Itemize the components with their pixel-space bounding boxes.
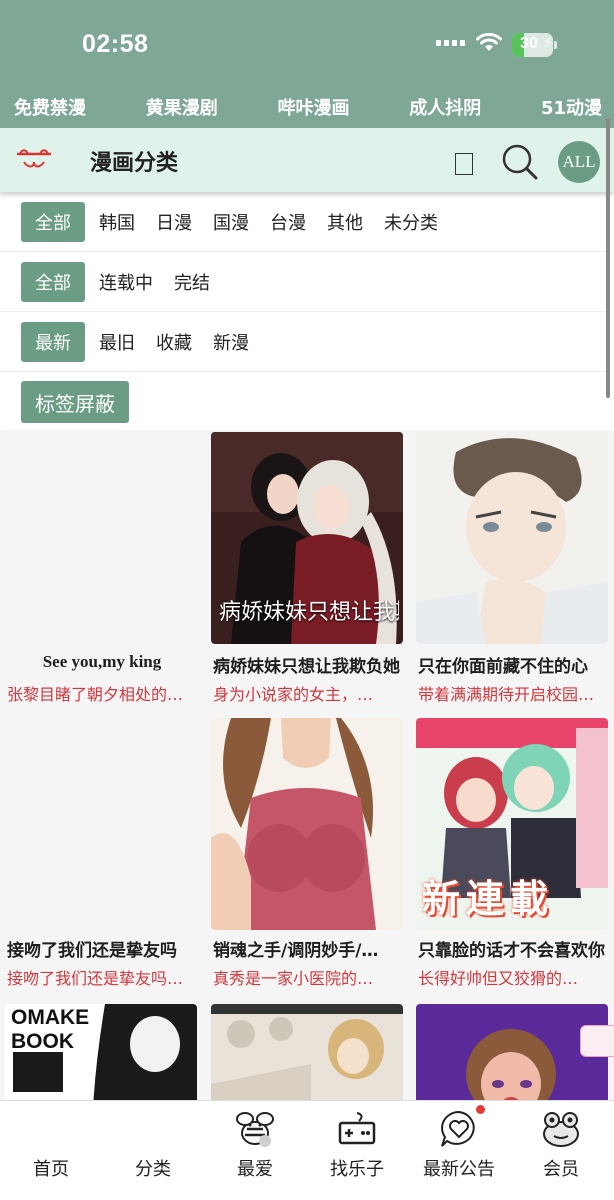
gamepad-icon (338, 1112, 376, 1145)
status-time: 02:58 (82, 30, 149, 58)
cover-title-text: 新連載 (422, 876, 555, 921)
scrollbar[interactable] (606, 118, 610, 398)
promo-link-1[interactable]: 免费禁漫 (14, 94, 86, 120)
comic-card[interactable]: See you,my king 张黎目睹了朝夕相处的… (5, 432, 197, 704)
heart-chat-icon (441, 1110, 475, 1147)
comic-cover (211, 1004, 403, 1100)
tab-member-label: 会员 (543, 1159, 579, 1180)
comic-title: 销魂之手/调阴妙手/… (213, 941, 379, 961)
comic-title: See you,my king (42, 652, 162, 671)
comic-title: 只在你面前藏不住的心 (418, 657, 588, 677)
comic-desc: 长得好帅但又狡猾的… (418, 969, 579, 988)
comic-cover: OMAKE BOOK (5, 1004, 197, 1100)
tab-fun-label: 找乐子 (330, 1159, 384, 1180)
app-logo-icon[interactable] (14, 145, 54, 175)
region-filter-option[interactable]: 韩国 (99, 209, 135, 235)
bottom-tab-bar: 首页 分类 最爱 找乐子 最新公告 会员 (0, 1100, 614, 1200)
region-filter-all[interactable]: 全部 (21, 201, 85, 242)
sort-filter-option[interactable]: 收藏 (156, 329, 192, 355)
tab-home-label: 首页 (33, 1159, 69, 1180)
comic-card[interactable]: OMAKE BOOK (5, 1004, 197, 1100)
promo-link-2[interactable]: 黄果漫剧 (146, 94, 218, 120)
status-filter-all[interactable]: 全部 (21, 261, 85, 302)
charging-bolt-icon: ⚡ (543, 36, 553, 51)
comic-cover (416, 432, 608, 644)
region-filter-option[interactable]: 国漫 (213, 209, 249, 235)
search-icon[interactable] (500, 143, 540, 181)
tab-favorites-label: 最爱 (237, 1159, 273, 1180)
comic-card[interactable]: 只在你面前藏不住的心 带着满满期待开启校园… (416, 432, 608, 704)
promo-links-bar: 免费禁漫 黄果漫剧 哔咔漫画 成人抖阴 51动漫 (0, 86, 614, 128)
battery-icon: 30 ⚡ (512, 33, 557, 57)
comic-card[interactable] (211, 1004, 403, 1100)
sort-filter-newest[interactable]: 最新 (21, 321, 85, 362)
battery-percent: 30 (520, 35, 538, 52)
promo-link-3[interactable]: 哔咔漫画 (277, 94, 349, 120)
notification-dot (476, 1105, 485, 1114)
wifi-icon (476, 33, 502, 51)
status-filter-option[interactable]: 连载中 (99, 269, 153, 295)
all-button[interactable]: ALL (558, 141, 600, 183)
cellular-signal-icon (436, 40, 465, 46)
tab-member[interactable]: 会员 (510, 1101, 612, 1200)
region-filter-option[interactable]: 台漫 (270, 209, 306, 235)
comic-card[interactable]: 病娇妹妹只想让我欺负她 病娇妹妹只想让我欺负她 身为小说家的女主，… (211, 432, 403, 704)
comic-card[interactable]: 接吻了我们还是挚友吗 接吻了我们还是挚友吗… (5, 718, 197, 988)
frog-icon (543, 1112, 579, 1147)
tab-category-label: 分类 (135, 1159, 171, 1180)
tab-favorites[interactable]: 最爱 (204, 1101, 306, 1200)
comic-desc: 张黎目睹了朝夕相处的… (7, 685, 184, 704)
bee-icon (236, 1112, 274, 1147)
side-drawer-tab[interactable] (580, 1025, 614, 1057)
sort-filter-option[interactable]: 最旧 (99, 329, 135, 355)
cover-title-text: 病娇妹妹只想让我欺负她 (219, 600, 399, 625)
cover-title-text: OMAKE BOOK (11, 1006, 90, 1053)
status-filter-row: 全部 连载中 完结 (0, 252, 606, 312)
comic-desc: 接吻了我们还是挚友吗… (7, 969, 184, 988)
page-title: 漫画分类 (90, 151, 179, 176)
sort-filter-row: 最新 最旧 收藏 新漫 (0, 312, 606, 372)
promo-link-5[interactable]: 51动漫 (541, 94, 602, 120)
region-filter-row: 全部 韩国 日漫 国漫 台漫 其他 未分类 (0, 192, 606, 252)
bookmark-icon[interactable] (455, 153, 473, 175)
comic-card[interactable]: 销魂之手/调阴妙手/… 真秀是一家小医院的… (211, 718, 403, 988)
status-bar: 02:58 30 ⚡ (0, 0, 614, 86)
sort-filter-option[interactable]: 新漫 (213, 329, 249, 355)
tab-home[interactable]: 首页 (0, 1101, 102, 1200)
tag-block-button[interactable]: 标签屏蔽 (21, 381, 129, 423)
comic-cover (211, 718, 403, 930)
promo-link-4[interactable]: 成人抖阴 (409, 94, 481, 120)
region-filter-option[interactable]: 其他 (327, 209, 363, 235)
comic-grid: See you,my king 张黎目睹了朝夕相处的… 病娇妹妹只想让我欺负她 … (0, 430, 614, 1100)
comic-cover: 病娇妹妹只想让我欺负她 (211, 432, 403, 644)
comic-title: 只靠脸的话才不会喜欢你 (418, 941, 605, 961)
tab-fun[interactable]: 找乐子 (306, 1101, 408, 1200)
tab-announcements-label: 最新公告 (423, 1159, 495, 1180)
comic-card[interactable]: 新連載 只靠脸的话才不会喜欢你 长得好帅但又狡猾的… (416, 718, 608, 988)
comic-desc: 真秀是一家小医院的… (213, 969, 374, 988)
comic-title: 接吻了我们还是挚友吗 (7, 941, 177, 961)
comic-cover: 新連載 (416, 718, 608, 930)
comic-desc: 身为小说家的女主，… (213, 685, 374, 704)
comic-title: 病娇妹妹只想让我欺负她 (213, 657, 400, 677)
tab-category[interactable]: 分类 (102, 1101, 204, 1200)
status-filter-option[interactable]: 完结 (174, 269, 210, 295)
comic-desc: 带着满满期待开启校园… (418, 685, 595, 704)
region-filter-option[interactable]: 未分类 (384, 209, 438, 235)
region-filter-option[interactable]: 日漫 (156, 209, 192, 235)
tab-announcements[interactable]: 最新公告 (408, 1101, 510, 1200)
